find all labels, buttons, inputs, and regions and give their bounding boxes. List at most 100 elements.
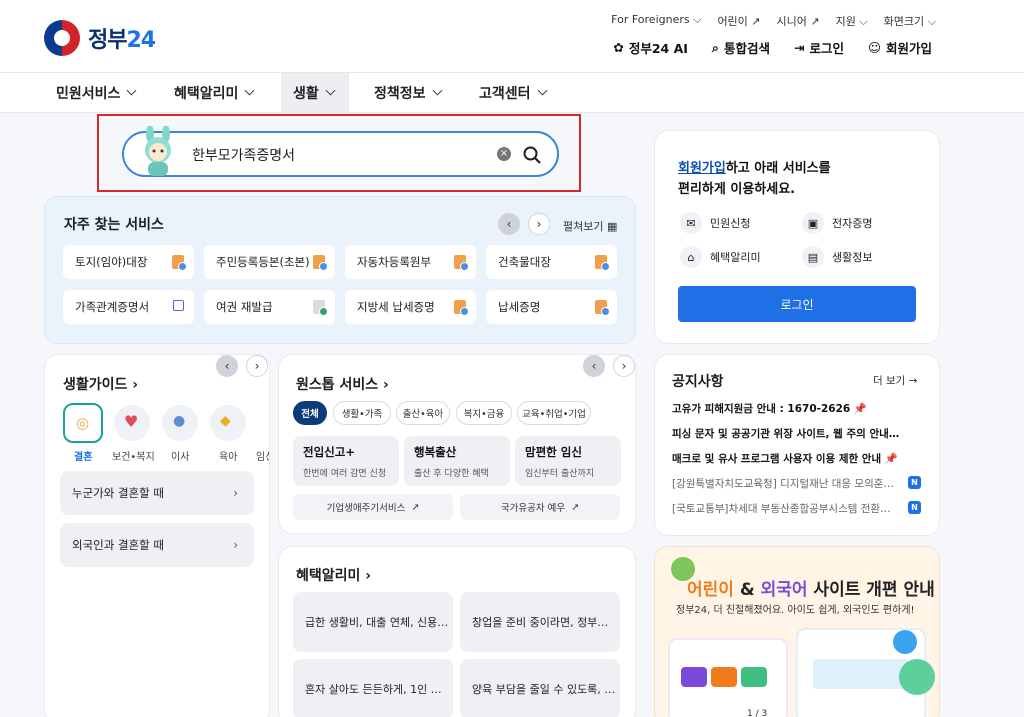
onestop-move-in-report[interactable]: 전입신고+ 한번에 여러 감면 신청 — [293, 436, 399, 486]
category-marriage-button[interactable]: ◎ — [63, 403, 103, 443]
veterans-honor-link[interactable]: 국가유공자 예우 ↗ — [460, 494, 620, 520]
chevron-right-icon: › — [233, 538, 238, 552]
onestop-easy-pregnancy[interactable]: 맘편한 임신 임신부터 출산까지 — [515, 436, 621, 486]
login-button[interactable]: 로그인 — [678, 286, 916, 322]
gnb-life[interactable]: 생활 — [281, 73, 349, 112]
gov24-ai-button[interactable]: ✿ 정부24 AI — [613, 38, 688, 57]
quick-e-certificate[interactable]: ▣ 전자증명 — [802, 212, 872, 234]
screen-size-menu[interactable]: 화면크기 ⌵ — [884, 13, 936, 29]
category-marriage-label: 결혼 — [74, 452, 93, 463]
service-vehicle-register[interactable]: 자동차등록원부 — [345, 245, 476, 279]
service-land-register[interactable]: 토지(임야)대장 — [63, 245, 194, 279]
certificate-icon: ▣ — [802, 212, 824, 234]
guide-next-button[interactable]: › — [246, 355, 268, 377]
faq-prev-button[interactable]: ‹ — [498, 213, 520, 235]
notice-item[interactable]: [강원특별자치도교육청] 디지털재난 대응 모의훈… — [672, 476, 902, 491]
category-childcare-button[interactable]: ◆ — [210, 405, 246, 441]
notice-item[interactable]: 고유가 피해지원금 안내 : 1670-2626 📌 — [672, 401, 902, 416]
header: 정부24 For Foreigners ⌵ 어린이 ↗ 시니어 ↗ 지원 ⌵ 화… — [0, 0, 1024, 72]
search-button-icon[interactable] — [522, 145, 542, 165]
chevron-down-icon — [126, 85, 137, 96]
signup-link[interactable]: ☺ 회원가입 — [868, 38, 932, 57]
quick-life-info[interactable]: ▤ 생활정보 — [802, 246, 872, 268]
kids-link[interactable]: 어린이 ↗ — [717, 13, 760, 29]
notice-item[interactable]: 피싱 문자 및 공공기관 위장 사이트, 웹 주의 안내 📌 — [672, 426, 902, 441]
document-icon — [454, 255, 469, 271]
utility-links: For Foreigners ⌵ 어린이 ↗ 시니어 ↗ 지원 ⌵ 화면크기 ⌵ — [611, 13, 936, 29]
benefit-alert-title[interactable]: 혜택알리미 › — [296, 565, 371, 585]
document-icon — [595, 255, 610, 271]
chevron-right-icon: › — [132, 377, 139, 393]
signup-inline-link[interactable]: 회원가입 — [678, 161, 726, 176]
notice-item[interactable]: [국토교통부]차세대 부동산종합공부시스템 전환… — [672, 501, 902, 516]
service-resident-registration[interactable]: 주민등록등본(초본) — [204, 245, 335, 279]
notice-more-link[interactable]: 더 보기 → — [873, 373, 917, 388]
guide-marriage-general[interactable]: 누군가와 결혼할 때 › — [60, 471, 254, 515]
chevron-right-icon: › — [254, 359, 260, 373]
onestop-happy-birth[interactable]: 행복출산 출산 후 다양한 혜택 — [404, 436, 510, 486]
senior-link[interactable]: 시니어 ↗ — [777, 13, 820, 29]
chevron-left-icon: ‹ — [224, 359, 230, 373]
stroller-icon: ◆ — [220, 413, 231, 429]
heart-icon: ♥ — [124, 412, 139, 431]
gov24-logo[interactable]: 정부24 — [44, 20, 156, 56]
chip-life-family[interactable]: 생활•가족 — [333, 401, 391, 425]
chevron-right-icon: › — [365, 568, 372, 584]
service-passport-reissue[interactable]: 여권 재발급 — [204, 290, 335, 324]
benefit-item[interactable]: 양육 부담을 줄일 수 있도록, … — [460, 659, 620, 717]
category-moving-label: 이사 — [171, 452, 190, 463]
service-local-tax-cert[interactable]: 지방세 납세증명 — [345, 290, 476, 324]
gnb-benefit-alert[interactable]: 혜택알리미 — [162, 73, 265, 112]
integrated-search-button[interactable]: ⌕ 통합검색 — [712, 38, 770, 57]
service-family-certificate[interactable]: 가족관계증명서 — [63, 290, 194, 324]
corporate-lifecycle-link[interactable]: 기업생애주기서비스 ↗ — [293, 494, 453, 520]
chevron-down-icon — [432, 85, 442, 96]
support-menu[interactable]: 지원 ⌵ — [836, 13, 868, 29]
notice-item[interactable]: 매크로 및 유사 프로그램 사용자 이용 제한 안내 📌 — [672, 451, 902, 466]
benefit-item[interactable]: 급한 생활비, 대출 연체, 신용… — [293, 592, 453, 652]
service-tax-payment-cert[interactable]: 납세증명 — [486, 290, 617, 324]
chevron-right-icon: › — [621, 359, 627, 373]
quick-benefit-alert[interactable]: ⌂ 혜택알리미 — [680, 246, 761, 268]
clear-search-button[interactable]: × — [497, 147, 511, 161]
category-moving-button[interactable]: ● — [162, 405, 198, 441]
login-link[interactable]: ⇥ 로그인 — [794, 38, 844, 57]
chip-education-job[interactable]: 교육•취업•기업 — [517, 401, 591, 425]
onestop-next-button[interactable]: › — [613, 355, 635, 377]
gnb-policy-info[interactable]: 정책정보 — [362, 73, 453, 112]
grid-icon: ▦ — [606, 220, 618, 233]
guide-marriage-foreigner[interactable]: 외국인과 결혼할 때 › — [60, 523, 254, 567]
banner-illustration — [668, 557, 935, 717]
category-health-welfare-button[interactable]: ♥ — [114, 405, 150, 441]
category-health-welfare-label: 보건•복지 — [112, 452, 155, 463]
quick-civil-application[interactable]: ✉ 민원신청 — [680, 212, 750, 234]
banner-title: 어린이 & 외국어 사이트 개편 안내 — [687, 580, 935, 600]
faq-next-button[interactable]: › — [528, 213, 550, 235]
onestop-prev-button[interactable]: ‹ — [583, 355, 605, 377]
service-building-register[interactable]: 건축물대장 — [486, 245, 617, 279]
benefit-item[interactable]: 창업을 준비 중이라면, 정부… — [460, 592, 620, 652]
logo-text: 정부 — [88, 28, 127, 53]
top-actions: ✿ 정부24 AI ⌕ 통합검색 ⇥ 로그인 ☺ 회원가입 — [613, 38, 932, 57]
life-guide-title[interactable]: 생활가이드 › — [63, 374, 138, 394]
pen-document-icon — [313, 300, 328, 316]
gift-icon: ⌂ — [680, 246, 702, 268]
guide-prev-button[interactable]: ‹ — [216, 355, 238, 377]
ai-icon: ✿ — [613, 40, 624, 55]
gnb-civil-service[interactable]: 민원서비스 — [44, 73, 147, 112]
main-navigation: 민원서비스 혜택알리미 생활 정책정보 고객센터 — [0, 72, 1024, 113]
site-renewal-banner[interactable] — [654, 546, 940, 717]
onestop-title[interactable]: 원스톱 서비스 › — [296, 374, 389, 394]
expand-view-button[interactable]: 펼쳐보기 ▦ — [563, 218, 617, 234]
search-input[interactable] — [122, 131, 559, 177]
chip-all[interactable]: 전체 — [293, 401, 327, 425]
benefit-item[interactable]: 혼자 살아도 든든하게, 1인 … — [293, 659, 453, 717]
book-icon: ▤ — [802, 246, 824, 268]
banner-pager: 1 / 3 — [747, 709, 768, 717]
chip-birth-childcare[interactable]: 출산•육아 — [396, 401, 450, 425]
chevron-right-icon: › — [536, 217, 542, 231]
for-foreigners-link[interactable]: For Foreigners ⌵ — [611, 13, 701, 29]
chip-welfare-finance[interactable]: 복지•금융 — [456, 401, 512, 425]
gnb-customer-center[interactable]: 고객센터 — [467, 73, 558, 112]
new-badge: N — [908, 501, 921, 514]
